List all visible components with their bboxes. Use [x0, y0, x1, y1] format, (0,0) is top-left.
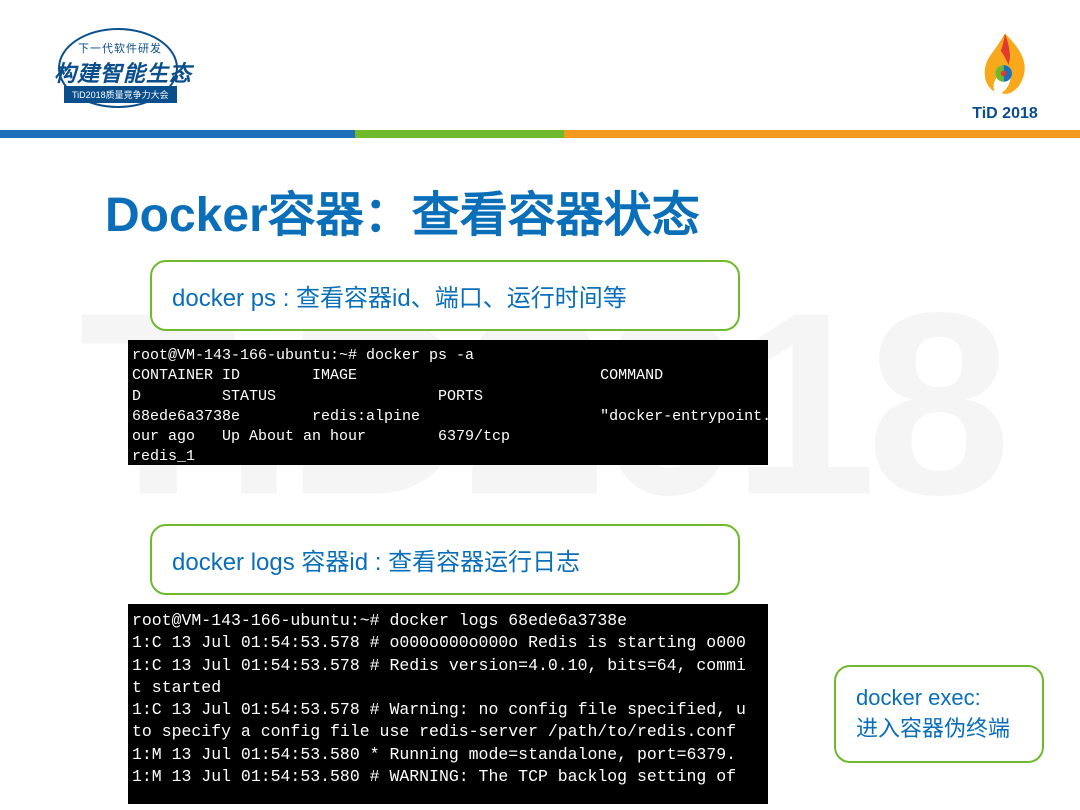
terminal-docker-ps: root@VM-143-166-ubuntu:~# docker ps -a C… — [128, 340, 768, 465]
callout-docker-logs: docker logs 容器id : 查看容器运行日志 — [150, 524, 740, 595]
slide-title: Docker容器：查看容器状态 — [105, 175, 700, 245]
callout-docker-ps: docker ps : 查看容器id、端口、运行时间等 — [150, 260, 740, 331]
tid-logo: TiD 2018 — [960, 30, 1050, 130]
logo-line1: 下一代软件研发 — [78, 40, 162, 56]
terminal-docker-logs: root@VM-143-166-ubuntu:~# docker logs 68… — [128, 604, 768, 804]
divider-bar — [0, 130, 1080, 138]
event-logo: 下一代软件研发 构建智能生态 TiD2018质量竞争力大会 — [48, 28, 198, 113]
flame-icon — [970, 30, 1040, 100]
tid-label: TiD 2018 — [960, 105, 1050, 123]
logo-line2: 构建智能生态 — [54, 56, 192, 88]
callout-docker-exec: docker exec: 进入容器伪终端 — [834, 665, 1044, 763]
logo-banner: TiD2018质量竞争力大会 — [64, 86, 177, 103]
